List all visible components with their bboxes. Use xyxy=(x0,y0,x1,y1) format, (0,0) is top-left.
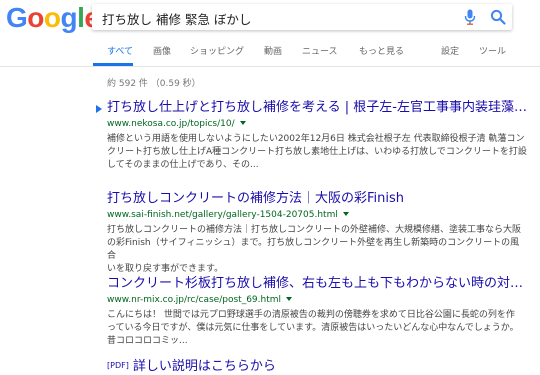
result-title[interactable]: 詳しい説明はこちらから xyxy=(133,359,276,374)
result-url-text: www.nr-mix.co.jp/rc/case/post_69.html xyxy=(107,295,282,305)
header-divider xyxy=(0,66,540,67)
pdf-tag: [PDF] xyxy=(107,361,129,370)
snippet-line: 補修という用語を使用しないようにしたい2002年12月6日 株式会社根子左 代表… xyxy=(107,134,525,144)
tab-more[interactable]: もっと見る xyxy=(359,44,404,57)
tab-all[interactable]: すべて xyxy=(107,44,133,57)
search-box[interactable]: 打ち放し 補修 緊急 ぼかし xyxy=(92,4,512,30)
search-result: 打ち放しコンクリートの補修方法｜大阪の彩Finish www.sai-finis… xyxy=(107,191,527,276)
search-icon[interactable] xyxy=(490,9,506,25)
search-result: [PDF] 詳しい説明はこちらから xyxy=(107,358,527,375)
tab-videos[interactable]: 動画 xyxy=(264,44,282,57)
tab-shopping[interactable]: ショッピング xyxy=(190,44,244,57)
search-input[interactable]: 打ち放し 補修 緊急 ぼかし xyxy=(102,9,251,28)
result-title-row: [PDF] 詳しい説明はこちらから xyxy=(107,358,527,375)
snippet-line: の彩Finish（サイフィニッシュ）まで。打ち放しコンクリート外壁を再生し新築時… xyxy=(107,238,520,261)
logo-letter: o xyxy=(43,2,61,33)
result-url-text: www.sai-finish.net/gallery/gallery-1504-… xyxy=(107,210,338,220)
tab-news[interactable]: ニュース xyxy=(302,44,338,57)
logo-letter: o xyxy=(27,2,44,33)
result-url: www.nr-mix.co.jp/rc/case/post_69.html xyxy=(107,294,527,307)
tab-settings[interactable]: 設定 xyxy=(441,44,459,57)
result-snippet: こんにちは！ 世間では元プロ野球選手の清原被告の裁判の傍聴券を求めて日比谷公園に… xyxy=(107,309,527,348)
google-logo[interactable]: Google xyxy=(6,2,100,33)
result-snippet: 補修という用語を使用しないようにしたい2002年12月6日 株式会社根子左 代表… xyxy=(107,133,527,172)
search-result: コンクリート杉板打ち放し補修、右も左も上も下もわからない時の対処... www.… xyxy=(107,276,527,348)
result-url: www.sai-finish.net/gallery/gallery-1504-… xyxy=(107,209,527,222)
search-result: 打ち放し仕上げと打ち放し補修を考える | 根子左-左官工事事内装珪藻土... w… xyxy=(107,100,527,172)
dropdown-caret-icon[interactable] xyxy=(286,297,293,301)
snippet-line: っている今日ですが、僕は元気に仕事をしています。清原被告はいったいどんな心中なん… xyxy=(107,323,519,333)
result-url: www.nekosa.co.jp/topics/10/ xyxy=(107,118,527,131)
tab-images[interactable]: 画像 xyxy=(153,44,171,57)
result-pointer-icon xyxy=(96,105,102,113)
dropdown-caret-icon[interactable] xyxy=(239,121,246,125)
logo-letter: g xyxy=(60,2,78,33)
snippet-line: してそのままの仕上げであり、その... xyxy=(107,160,259,170)
snippet-line: クリート打ち放し仕上げA種コンクリート打ち放し素地仕上げは、いわゆる打放しでコン… xyxy=(107,147,527,157)
logo-letter: G xyxy=(6,2,28,33)
mic-icon[interactable] xyxy=(464,9,476,25)
result-title[interactable]: 打ち放しコンクリートの補修方法｜大阪の彩Finish xyxy=(107,191,527,207)
snippet-line: いを取り戻す事ができます。 xyxy=(107,264,224,274)
dropdown-caret-icon[interactable] xyxy=(342,212,349,216)
logo-letter: l xyxy=(77,2,85,33)
result-title[interactable]: 打ち放し仕上げと打ち放し補修を考える | 根子左-左官工事事内装珪藻土... xyxy=(107,100,527,116)
result-url-text: www.nekosa.co.jp/topics/10/ xyxy=(107,119,235,129)
result-stats: 約 592 件 （0.59 秒） xyxy=(107,79,201,89)
result-title[interactable]: コンクリート杉板打ち放し補修、右も左も上も下もわからない時の対処... xyxy=(107,276,527,292)
search-tabs: すべて 画像 ショッピング 動画 ニュース もっと見る 設定 ツール xyxy=(0,44,540,66)
snippet-line: 昔コロコロコミッ... xyxy=(107,336,188,346)
result-snippet: 打ち放しコンクリートの補修方法｜打ち放しコンクリートの外壁補修、大規模修繕、塗装… xyxy=(107,224,527,276)
snippet-line: こんにちは！ 世間では元プロ野球選手の清原被告の裁判の傍聴券を求めて日比谷公園に… xyxy=(107,310,515,320)
snippet-line: 打ち放しコンクリートの補修方法｜打ち放しコンクリートの外壁補修、大規模修繕、塗装… xyxy=(107,225,522,235)
tab-tools[interactable]: ツール xyxy=(479,44,506,57)
